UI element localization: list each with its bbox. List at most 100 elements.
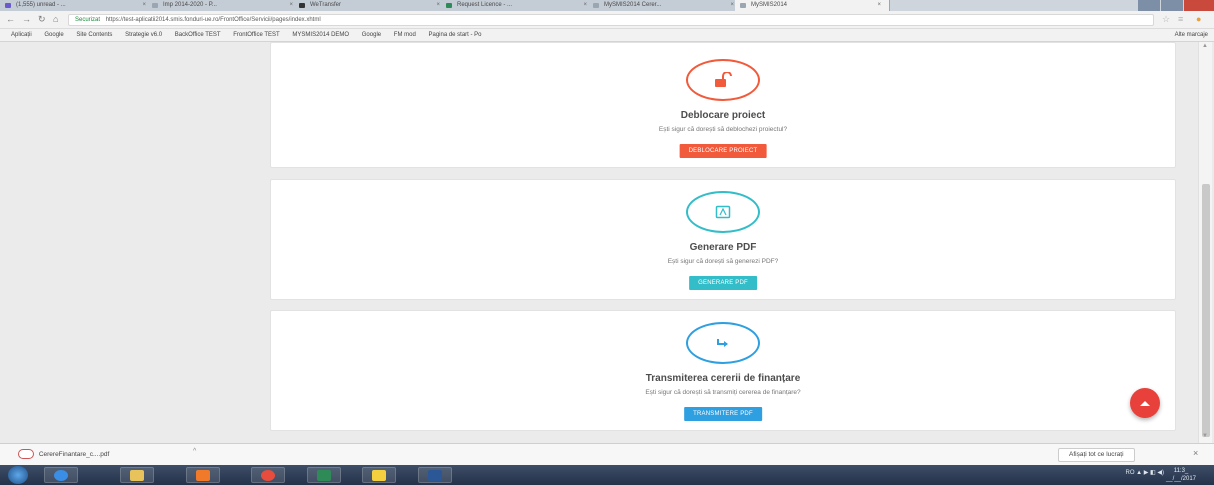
tab-favicon-icon [740,3,746,8]
taskbar-app[interactable] [186,467,220,483]
download-item[interactable]: CerereFinantare_c....pdf [18,449,109,461]
folder-icon [130,470,144,481]
tab-close-icon[interactable]: × [289,0,293,11]
tab-close-icon[interactable]: × [583,0,587,11]
card-question: Ești sigur că dorești să transmiți cerer… [645,389,801,396]
reload-icon[interactable]: ↻ [38,14,46,25]
scrollbar-thumb[interactable] [1202,184,1210,437]
browser-tab[interactable]: Imp 2014-2020 - P... × [147,0,302,11]
unlock-project-card: Deblocare proiect Ești sigur că dorești … [270,42,1176,168]
bookmark-star-icon[interactable]: ☆ [1162,14,1170,25]
download-shelf: CerereFinantare_c....pdf ^ Afișați tot c… [0,443,1214,465]
tab-label: WeTransfer [310,2,342,8]
unlock-project-button[interactable]: DEBLOCARE PROIECT [679,144,767,158]
card-title: Generare PDF [689,242,757,253]
tab-label: Request Licence - ... [457,2,513,8]
generate-pdf-card: Generare PDF Ești sigur că dorești să ge… [270,179,1176,300]
tab-close-icon[interactable]: × [142,0,146,11]
clock-date: __/__/2017 [1165,476,1196,482]
browser-tab[interactable]: Request Licence - ... × [441,0,596,11]
show-all-downloads-button[interactable]: Afișați tot ce lucrați [1058,448,1135,462]
notes-icon [372,470,386,481]
bookmark-item[interactable]: Google [44,29,63,41]
chevron-up-icon [1140,401,1150,406]
bookmarks-bar: Aplicații Google Site Contents Strategie… [0,29,1214,42]
windows-taskbar: RO ▲ ▶ ◧ ◀) 11:3_ __/__/2017 [0,465,1214,485]
chrome-icon [261,470,275,481]
browser-tab[interactable]: WeTransfer × [294,0,449,11]
start-button[interactable] [8,466,28,484]
other-bookmarks[interactable]: Alte marcaje [1175,29,1208,41]
browser-tab[interactable]: MySMIS2014 Cerer... × [588,0,743,11]
tab-favicon-icon [5,3,11,8]
taskbar-clock[interactable]: 11:3_ __/__/2017 [1166,467,1196,483]
download-options-caret-icon[interactable]: ^ [193,448,196,455]
bookmark-item[interactable]: MYSMIS2014 DEMO [292,29,349,41]
card-question: Ești sigur că dorești să deblochezi proi… [658,126,788,133]
bookmark-item[interactable]: Strategie v6.0 [125,29,162,41]
excel-icon [317,470,331,481]
close-shelf-icon[interactable]: × [1193,448,1198,458]
close-window-button[interactable] [1184,0,1214,11]
secure-label: Securizat [75,17,101,23]
tab-favicon-icon [446,3,452,8]
minimize-button[interactable] [1138,0,1160,11]
taskbar-app[interactable] [44,467,78,483]
submit-application-button[interactable]: TRANSMITERE PDF [684,407,762,421]
tab-label: MySMIS2014 Cerer... [604,2,662,8]
download-file-name: CerereFinantare_c....pdf [38,451,110,458]
maximize-button[interactable] [1161,0,1183,11]
bookmark-item[interactable]: BackOffice TEST [175,29,221,41]
taskbar-app[interactable] [307,467,341,483]
generate-pdf-button[interactable]: GENERARE PDF [689,276,757,290]
ie-icon [54,470,68,481]
clock-time: 11:3_ [1173,468,1189,474]
submit-application-card: Transmiterea cererii de finanțare Ești s… [270,310,1176,431]
tab-label: Imp 2014-2020 - P... [163,2,217,8]
card-question: Ești sigur că dorești să generezi PDF? [667,258,779,265]
bookmark-item[interactable]: FrontOffice TEST [233,29,279,41]
scroll-up-arrow-icon[interactable]: ▲ [1202,43,1208,49]
window-controls [1137,0,1214,11]
page-scrollbar[interactable]: ▲ ▼ [1198,42,1212,443]
share-arrow-icon [686,322,760,364]
bookmark-item[interactable]: FM mod [394,29,416,41]
home-icon[interactable]: ⌂ [53,14,58,24]
extension-icon[interactable]: ● [1196,14,1201,24]
pdf-file-icon [18,449,34,460]
taskbar-app[interactable] [362,467,396,483]
tab-label: (1,555) unread - ... [16,2,66,8]
taskbar-app[interactable] [251,467,285,483]
page-content: Deblocare proiect Ești sigur că dorești … [0,42,1214,443]
card-title: Deblocare proiect [680,110,766,121]
back-icon[interactable]: ← [6,14,15,24]
bookmark-item[interactable]: Pagina de start - Po [428,29,481,41]
bookmark-item[interactable]: Aplicații [11,29,32,41]
word-icon [428,470,442,481]
forward-icon[interactable]: → [22,14,31,24]
url-input[interactable]: Securizat https://test-aplicatii2014.smi… [68,14,1154,26]
unlock-icon [686,59,760,101]
system-tray[interactable]: RO ▲ ▶ ◧ ◀) [1125,469,1164,476]
tab-close-icon[interactable]: × [730,0,734,11]
browser-menu-icon[interactable]: ≡ [1178,14,1183,24]
browser-tab[interactable]: (1,555) unread - ... × [0,0,155,11]
scroll-down-arrow-icon[interactable]: ▼ [1202,433,1208,439]
media-player-icon [196,470,210,481]
browser-tab-active[interactable]: MySMIS2014 × [735,0,890,11]
tab-close-icon[interactable]: × [436,0,440,11]
bookmark-item[interactable]: Site Contents [76,29,112,41]
scroll-to-top-button[interactable] [1130,388,1160,418]
address-bar: ← → ↻ ⌂ Securizat https://test-aplicatii… [0,11,1214,29]
browser-tab-strip: (1,555) unread - ... × Imp 2014-2020 - P.… [0,0,1214,11]
taskbar-app[interactable] [418,467,452,483]
tab-favicon-icon [299,3,305,8]
tab-close-icon[interactable]: × [877,0,881,11]
tab-favicon-icon [152,3,158,8]
card-title: Transmiterea cererii de finanțare [645,373,801,384]
taskbar-app[interactable] [120,467,154,483]
url-text: https://test-aplicatii2014.smis.fonduri-… [105,17,321,23]
bookmark-item[interactable]: Google [362,29,381,41]
pdf-icon [686,191,760,233]
tab-favicon-icon [593,3,599,8]
